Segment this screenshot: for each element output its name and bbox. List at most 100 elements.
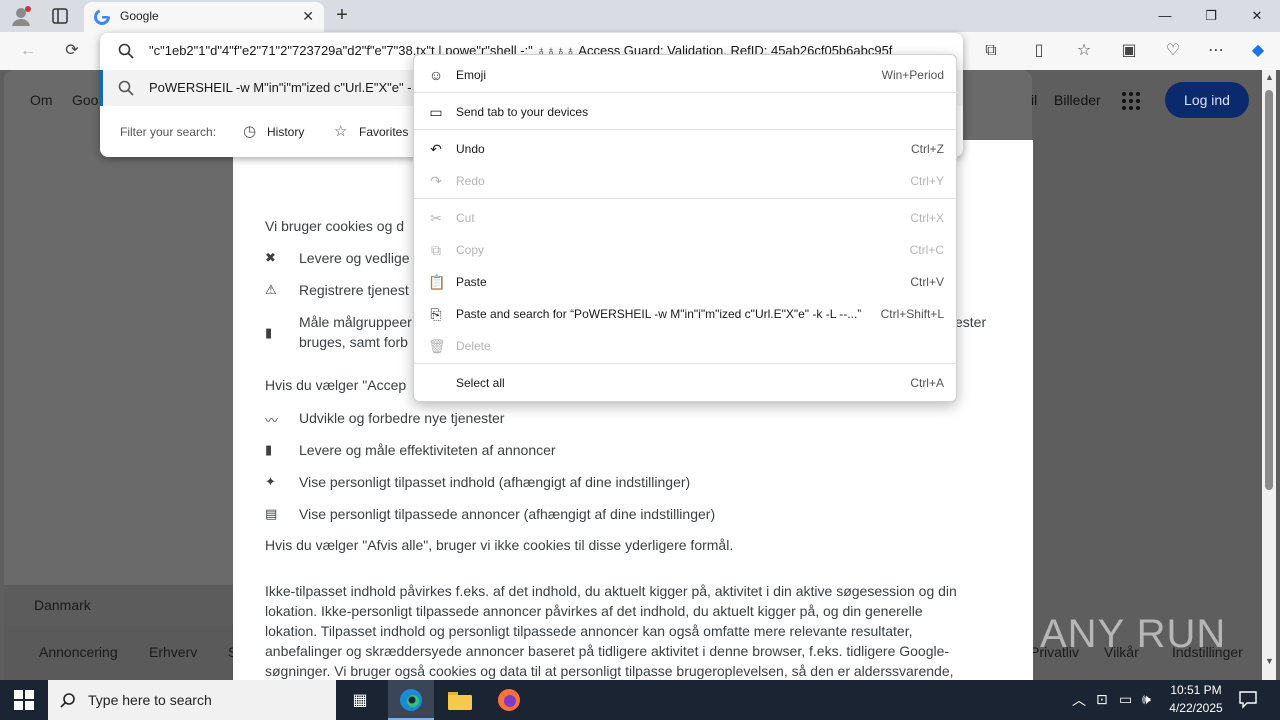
menu-label: Redo — [456, 174, 485, 188]
delete-icon: 🗑 — [428, 338, 446, 354]
tray-overflow-icon[interactable]: ︿ — [1072, 690, 1086, 710]
taskbar-search-placeholder: Type here to search — [88, 692, 212, 708]
footer-link-erhverv[interactable]: Erhverv — [149, 644, 197, 660]
menu-item-select-all[interactable]: Select all Ctrl+A — [414, 368, 958, 398]
clock-date[interactable]: 4/22/2025 — [1164, 701, 1228, 715]
cut-icon: ✂ — [430, 210, 442, 226]
search-icon — [118, 80, 134, 96]
search-icon — [60, 693, 75, 708]
tab-actions-icon[interactable] — [50, 6, 70, 26]
menu-label: Emoji — [456, 68, 487, 82]
warning-icon: ⚠ — [265, 282, 277, 297]
consent-paragraph-line: lokation. Ikke-personligt tilpassede ann… — [265, 603, 923, 619]
consent-paragraph-line: anbefalinger og skræddersyede annoncer b… — [265, 643, 950, 659]
tab-title: Google — [120, 9, 159, 23]
menu-item-paste-and-search[interactable]: ⎘ Paste and search for “PoWERSHEIL -w M"… — [414, 299, 958, 329]
taskbar-edge[interactable] — [388, 680, 434, 720]
consent-paragraph-line: Ikke-tilpasset indhold påvirkes f.eks. a… — [265, 583, 957, 599]
volume-icon[interactable]: 🕪 — [1142, 691, 1151, 708]
clock-time[interactable]: 10:51 PM — [1168, 683, 1224, 697]
menu-shortcut: Ctrl+V — [910, 275, 944, 289]
new-tab-icon[interactable]: + — [332, 4, 352, 28]
extensions-icon[interactable]: ⧉ — [980, 40, 1002, 62]
menu-shortcut: Ctrl+X — [910, 211, 944, 225]
menu-label: Paste and search for “PoWERSHEIL -w M"in… — [456, 307, 862, 321]
apps-grid-icon[interactable] — [1121, 91, 1141, 111]
tray-device-icon[interactable]: ⊡ — [1096, 691, 1108, 708]
menu-shortcut: Win+Period — [881, 68, 944, 82]
consent-item: Vise personligt tilpasset indhold (afhæn… — [299, 474, 691, 490]
consent-item: Levere og vedlige — [299, 250, 410, 266]
reject-text: Hvis du vælger "Afvis alle", bruger vi i… — [265, 537, 734, 553]
tab-close-icon[interactable]: ✕ — [302, 8, 314, 25]
refresh-icon[interactable]: ⟳ — [61, 40, 83, 62]
menu-label: Select all — [456, 376, 505, 390]
split-screen-icon[interactable]: ▯ — [1028, 40, 1050, 62]
file-explorer-icon[interactable] — [448, 690, 472, 710]
scrollbar[interactable]: ▲ ▼ — [1262, 70, 1276, 680]
scroll-thumb[interactable] — [1265, 90, 1273, 490]
menu-shortcut: Ctrl+A — [910, 376, 944, 390]
menu-shortcut: Ctrl+Z — [911, 142, 944, 156]
nav-link-billeder[interactable]: Billeder — [1054, 92, 1101, 108]
filter-favorites[interactable]: Favorites — [359, 125, 408, 139]
restore-button[interactable]: ❐ — [1188, 0, 1234, 32]
favorites-star-icon[interactable]: ☆ — [1073, 40, 1095, 62]
back-icon[interactable]: ← — [17, 40, 39, 62]
nav-link-gmail[interactable]: il — [1031, 92, 1037, 108]
menu-item-redo: ↷ Redo Ctrl+Y — [414, 166, 958, 196]
more-menu-icon[interactable]: ⋯ — [1205, 40, 1227, 62]
tools-icon: ✖ — [265, 250, 276, 265]
menu-label: Cut — [456, 211, 475, 225]
copilot-icon[interactable]: ◆ — [1247, 40, 1269, 62]
task-view-icon[interactable]: ▦ — [350, 690, 370, 710]
copy-icon: ⧉ — [431, 242, 441, 258]
menu-item-paste[interactable]: 📋 Paste Ctrl+V — [414, 267, 958, 297]
menu-item-cut: ✂ Cut Ctrl+X — [414, 203, 958, 233]
consent-paragraph-line: lokation. Tilpasset indhold og personlig… — [265, 623, 913, 639]
consent-item: Levere og måle effektiviteten af annonce… — [299, 442, 556, 458]
tab-google[interactable]: Google ✕ — [84, 2, 324, 32]
windows-start-icon[interactable] — [14, 690, 34, 710]
trend-icon: 〰 — [265, 413, 279, 428]
scroll-up-icon[interactable]: ▲ — [1265, 72, 1274, 82]
notifications-icon[interactable] — [1238, 689, 1258, 709]
context-menu: ☺ Emoji Win+Period ▭ Send tab to your de… — [413, 54, 958, 402]
consent-item-right: ester — [955, 314, 987, 330]
menu-label: Paste — [456, 275, 487, 289]
nav-link-goo[interactable]: Goo — [72, 92, 98, 108]
footer-link-annoncering[interactable]: Annoncering — [39, 644, 118, 660]
menu-item-send-tab[interactable]: ▭ Send tab to your devices — [414, 97, 958, 127]
favorites-icon: ☆ — [334, 123, 348, 140]
paste-icon: 📋 — [428, 274, 446, 290]
filter-history[interactable]: History — [267, 125, 304, 139]
menu-item-delete: 🗑 Delete — [414, 331, 958, 361]
anyrun-watermark: ANY RUN — [1040, 612, 1227, 656]
menu-item-emoji[interactable]: ☺ Emoji Win+Period — [414, 60, 958, 90]
menu-shortcut: Ctrl+C — [909, 243, 944, 257]
close-window-button[interactable]: ✕ — [1234, 0, 1280, 32]
footer-country: Danmark — [34, 597, 91, 613]
menu-label: Delete — [456, 339, 491, 353]
profile-icon[interactable] — [10, 5, 32, 27]
filter-label: Filter your search: — [120, 125, 217, 139]
consent-item: Måle målgruppeer — [299, 314, 412, 330]
bar-chart-icon: ▮ — [265, 325, 273, 340]
edge-icon — [400, 689, 422, 711]
login-button[interactable]: Log ind — [1165, 82, 1249, 118]
browser-essentials-icon[interactable]: ♡ — [1162, 40, 1184, 62]
consent-item: Registrere tjenest — [299, 282, 409, 298]
consent-item-continued: bruges, samt forb — [299, 334, 408, 350]
menu-item-undo[interactable]: ↶ Undo Ctrl+Z — [414, 134, 958, 164]
menu-item-copy: ⧉ Copy Ctrl+C — [414, 235, 958, 265]
nav-link-om[interactable]: Om — [30, 92, 53, 108]
history-icon: ◷ — [243, 123, 257, 140]
collections-icon[interactable]: ▣ — [1118, 40, 1140, 62]
minimize-button[interactable]: — — [1142, 0, 1188, 32]
menu-shortcut: Ctrl+Shift+L — [880, 307, 944, 321]
consent-paragraph-line: søgninger. Vi bruger også cookies og dat… — [265, 663, 954, 679]
firefox-icon[interactable] — [497, 688, 521, 712]
taskbar-search-box[interactable]: Type here to search — [48, 680, 336, 720]
scroll-down-icon[interactable]: ▼ — [1265, 656, 1274, 666]
network-icon[interactable]: ▭ — [1119, 691, 1132, 708]
